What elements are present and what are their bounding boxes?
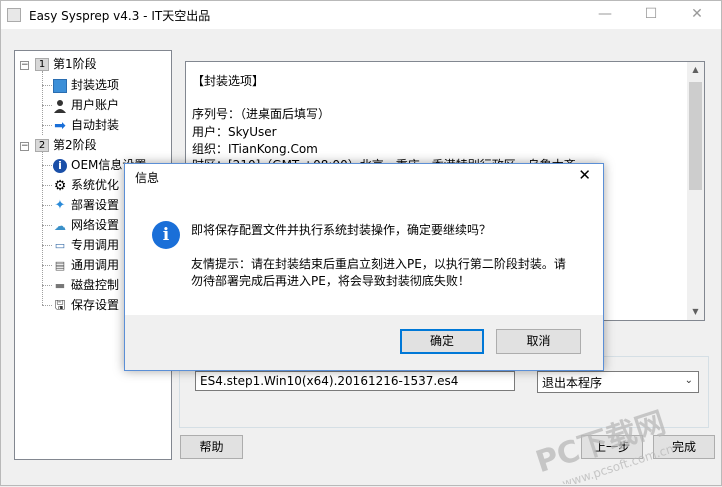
tree-item-label: 系统优化 xyxy=(71,178,120,192)
cancel-button[interactable]: 取消 xyxy=(496,329,581,354)
collapse-toggle[interactable]: − xyxy=(20,142,29,151)
ok-button[interactable]: 确定 xyxy=(400,329,484,354)
tree-node-stage1[interactable]: 1 第1阶段 xyxy=(35,55,97,73)
tree-connector xyxy=(42,265,52,266)
tree-node-stage2[interactable]: 2 第2阶段 xyxy=(35,136,97,154)
help-button[interactable]: 帮助 xyxy=(180,435,243,459)
tree-item-user-accounts[interactable]: 用户账户 xyxy=(53,96,119,114)
confirm-dialog: 信息 ✕ i 即将保存配置文件并执行系统封装操作，确定要继续吗？ 友情提示：请在… xyxy=(124,163,604,371)
watermark-logo: PC下载网 www.pcsoft.com.cn xyxy=(532,406,676,487)
network-icon: ☁ xyxy=(54,218,66,233)
tree-node-label: 第2阶段 xyxy=(53,138,97,152)
tree-connector xyxy=(42,185,52,186)
dialog-tip-line2: 勿待部署完成后再进入PE，将会导致封装彻底失败！ xyxy=(191,274,470,288)
wand-icon: ✦ xyxy=(54,197,66,213)
tree-item-label: 保存设置 xyxy=(71,298,120,312)
title-bar: Easy Sysprep v4.3 - IT天空出品 — ☐ ✕ xyxy=(1,1,721,29)
arrow-right-icon: ➡ xyxy=(54,117,66,134)
scrollbar-thumb[interactable] xyxy=(689,82,702,190)
tree-item-label: 用户账户 xyxy=(71,98,120,112)
tree-item-label: 封装选项 xyxy=(71,78,120,92)
maximize-button[interactable]: ☐ xyxy=(628,1,674,29)
stage-number-badge: 2 xyxy=(35,139,49,152)
tree-connector xyxy=(42,105,52,106)
tree-item-special-call[interactable]: ▭ 专用调用 xyxy=(53,236,119,254)
app-icon xyxy=(7,8,21,22)
close-button[interactable]: ✕ xyxy=(674,1,720,29)
document-icon: ▤ xyxy=(54,258,66,272)
tree-item-label: 磁盘控制 xyxy=(71,278,120,292)
tree-connector xyxy=(42,205,52,206)
dialog-tip-line1: 友情提示：请在封装结束后重启立刻进入PE，以执行第二阶段封装。请 xyxy=(191,257,566,271)
dialog-title: 信息 xyxy=(135,171,160,185)
tree-item-network-settings[interactable]: ☁ 网络设置 xyxy=(53,216,119,234)
tree-item-general-call[interactable]: ▤ 通用调用 xyxy=(53,256,119,274)
stage-number-badge: 1 xyxy=(35,58,49,71)
info-icon: i xyxy=(152,221,180,249)
tree-item-label: 自动封装 xyxy=(71,118,120,132)
tree-item-label: 部署设置 xyxy=(71,198,120,212)
tree-connector xyxy=(42,285,52,286)
minimize-button[interactable]: — xyxy=(582,1,628,29)
monitor-icon xyxy=(53,78,67,93)
vertical-scrollbar[interactable]: ▲ ▼ xyxy=(687,62,704,320)
tree-connector xyxy=(42,225,52,226)
card-icon: ▭ xyxy=(54,238,66,252)
disk-icon: ▬ xyxy=(54,278,66,292)
user-icon xyxy=(53,99,67,113)
tree-node-label: 第1阶段 xyxy=(53,57,97,71)
collapse-toggle[interactable]: − xyxy=(20,61,29,70)
dialog-footer: 确定 取消 xyxy=(125,315,603,370)
tree-item-label: 网络设置 xyxy=(71,218,120,232)
dialog-question: 即将保存配置文件并执行系统封装操作，确定要继续吗？ xyxy=(191,223,492,237)
tree-connector xyxy=(42,151,43,305)
summary-line: 用户：SkyUser xyxy=(192,125,277,139)
tree-item-label: 专用调用 xyxy=(71,238,120,252)
tree-item-system-optimize[interactable]: ⚙ 系统优化 xyxy=(53,176,119,194)
save-icon: 🖫 xyxy=(54,297,66,313)
info-icon: i xyxy=(53,158,67,173)
tree-connector xyxy=(42,305,52,306)
config-file-field[interactable]: ES4.step1.Win10(x64).20161216-1537.es4 xyxy=(195,371,515,391)
tree-connector xyxy=(42,85,52,86)
tree-item-save-settings[interactable]: 🖫 保存设置 xyxy=(53,296,119,314)
summary-line: 组织：ITianKong.Com xyxy=(192,142,318,156)
watermark: PC下载网 www.pcsoft.com.cn xyxy=(520,384,720,487)
tree-connector xyxy=(42,165,52,166)
scroll-down-icon[interactable]: ▼ xyxy=(687,304,704,320)
dialog-close-icon[interactable]: ✕ xyxy=(578,166,591,184)
summary-heading: 【封装选项】 xyxy=(192,74,265,88)
scroll-up-icon[interactable]: ▲ xyxy=(687,62,704,78)
tree-connector xyxy=(42,245,52,246)
tree-item-seal-options[interactable]: 封装选项 xyxy=(53,76,119,94)
tree-item-disk-control[interactable]: ▬ 磁盘控制 xyxy=(53,276,119,294)
summary-line: 序列号：（进桌面后填写） xyxy=(192,107,331,121)
gear-icon: ⚙ xyxy=(53,177,67,194)
tree-item-deploy-settings[interactable]: ✦ 部署设置 xyxy=(53,196,119,214)
window-title: Easy Sysprep v4.3 - IT天空出品 xyxy=(29,9,211,23)
tree-item-label: 通用调用 xyxy=(71,258,120,272)
tree-item-auto-seal[interactable]: ➡ 自动封装 xyxy=(53,116,119,134)
tree-connector xyxy=(42,125,52,126)
